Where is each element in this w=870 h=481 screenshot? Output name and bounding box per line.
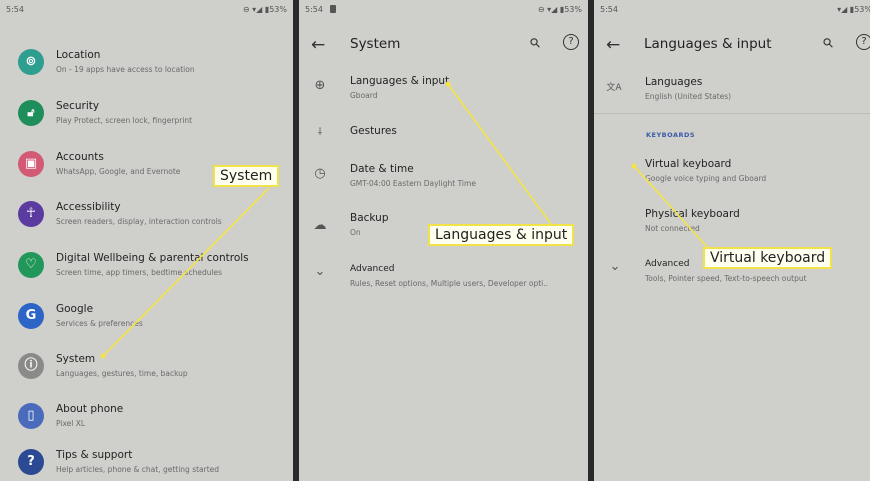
item-title: Virtual keyboard (645, 158, 732, 170)
settings-item-system[interactable]: ⓘ System Languages, gestures, time, back… (0, 349, 293, 389)
item-subtitle: Not connected (645, 224, 700, 233)
item-title: Digital Wellbeing & parental controls (56, 252, 249, 264)
clock-icon: ◷ (314, 166, 326, 181)
item-title: About phone (56, 403, 124, 415)
item-title: System (56, 353, 96, 365)
settings-item-accessibility[interactable]: ☥ Accessibility Screen readers, display,… (0, 197, 293, 237)
back-arrow-icon[interactable]: ← (606, 35, 620, 55)
system-item-gestures[interactable]: ⸸ Gestures (299, 118, 588, 148)
backup-icon: ☁ (313, 218, 327, 233)
status-bar: 5:54 ⊖ ▾◢ ▮53% (0, 0, 293, 24)
item-subtitle: Pixel XL (56, 419, 86, 428)
item-subtitle: Tools, Pointer speed, Text-to-speech out… (645, 274, 807, 283)
item-subtitle: GMT-04:00 Eastern Daylight Time (350, 179, 476, 188)
translate-icon: 文A (606, 83, 622, 93)
settings-screen: 5:54 ⊖ ▾◢ ▮53% ⊚ Location On - 19 apps h… (0, 0, 293, 481)
status-bar: 5:54 ▾◢ ▮53% (594, 0, 870, 24)
item-title: Advanced (350, 264, 395, 274)
item-title: Advanced (645, 259, 690, 269)
item-subtitle: On (350, 228, 361, 237)
item-title: Backup (350, 212, 389, 224)
physical-keyboard-item[interactable]: Physical keyboard Not connected (594, 206, 870, 242)
notification-icon (330, 5, 336, 13)
item-subtitle: Play Protect, screen lock, fingerprint (56, 116, 193, 125)
status-time: 5:54 (305, 5, 323, 14)
system-screen: 5:54 ⊖ ▾◢ ▮53% ← System ⚲ ? ⊕ Languages … (299, 0, 588, 481)
languages-input-screen: 5:54 ▾◢ ▮53% ← Languages & input ⚲ ? 文A … (594, 0, 870, 481)
virtual-keyboard-item[interactable]: Virtual keyboard Google voice typing and… (594, 156, 870, 192)
chevron-down-icon: ⌄ (314, 264, 326, 279)
google-icon: G (18, 303, 44, 329)
status-icons: ⊖ ▾◢ ▮53% (242, 5, 287, 14)
wellbeing-icon: ♡ (18, 252, 44, 278)
item-subtitle: Services & preferences (56, 319, 143, 328)
settings-item-tips-support[interactable]: ? Tips & support Help articles, phone & … (0, 445, 293, 481)
callout-system: System (213, 165, 280, 187)
info-icon: ⓘ (18, 353, 44, 379)
item-title: Physical keyboard (645, 208, 740, 220)
item-title: Accounts (56, 151, 104, 163)
globe-icon: ⊕ (314, 78, 326, 93)
item-subtitle: English (United States) (645, 92, 732, 101)
help-icon: ? (18, 449, 44, 475)
item-title: Languages & input (350, 75, 450, 87)
location-icon: ⊚ (18, 49, 44, 75)
settings-item-digital-wellbeing[interactable]: ♡ Digital Wellbeing & parental controls … (0, 248, 293, 288)
item-title: Date & time (350, 163, 414, 175)
help-icon[interactable]: ? (563, 34, 579, 50)
item-title: Gestures (350, 125, 397, 137)
search-icon[interactable]: ⚲ (527, 35, 544, 52)
item-subtitle: Gboard (350, 91, 378, 100)
item-subtitle: Rules, Reset options, Multiple users, De… (350, 279, 549, 288)
lock-icon: 🔓︎ (18, 100, 44, 126)
back-arrow-icon[interactable]: ← (311, 35, 325, 55)
callout-virtual-keyboard: Virtual keyboard (703, 247, 833, 269)
settings-item-about-phone[interactable]: ▯ About phone Pixel XL (0, 399, 293, 439)
accessibility-icon: ☥ (18, 201, 44, 227)
item-title: Accessibility (56, 201, 121, 213)
chevron-down-icon: ⌄ (609, 259, 621, 274)
item-title: Location (56, 49, 101, 61)
system-item-languages[interactable]: ⊕ Languages & input Gboard (299, 74, 588, 114)
item-title: Google (56, 303, 94, 315)
item-subtitle: WhatsApp, Google, and Evernote (56, 167, 181, 176)
item-title: Tips & support (56, 449, 133, 461)
status-icons: ▾◢ ▮53% (837, 5, 870, 14)
account-icon: ▣ (18, 151, 44, 177)
item-subtitle: Screen readers, display, interaction con… (56, 217, 222, 226)
phone-icon: ▯ (18, 403, 44, 429)
item-subtitle: Google voice typing and Gboard (645, 174, 767, 183)
status-bar: 5:54 ⊖ ▾◢ ▮53% (299, 0, 588, 24)
page-title: Languages & input (644, 36, 772, 52)
status-icons: ⊖ ▾◢ ▮53% (537, 5, 582, 14)
section-header-keyboards: KEYBOARDS (646, 131, 696, 139)
item-title: Security (56, 100, 100, 112)
item-title: Languages (645, 76, 703, 88)
search-icon[interactable]: ⚲ (820, 35, 837, 52)
status-time: 5:54 (6, 5, 24, 14)
system-item-date-time[interactable]: ◷ Date & time GMT-04:00 Eastern Daylight… (299, 160, 588, 200)
item-subtitle: Help articles, phone & chat, getting sta… (56, 465, 220, 474)
languages-item[interactable]: 文A Languages English (United States) (594, 74, 870, 110)
item-subtitle: On - 19 apps have access to location (56, 65, 195, 74)
item-subtitle: Screen time, app timers, bedtime schedul… (56, 268, 223, 277)
callout-languages-input: Languages & input (428, 224, 575, 246)
gestures-icon: ⸸ (317, 127, 323, 138)
page-title: System (350, 36, 401, 52)
settings-item-google[interactable]: G Google Services & preferences (0, 299, 293, 339)
item-subtitle: Languages, gestures, time, backup (56, 369, 188, 378)
help-icon[interactable]: ? (856, 34, 870, 50)
divider (594, 113, 870, 114)
system-item-advanced[interactable]: ⌄ Advanced Rules, Reset options, Multipl… (299, 261, 588, 301)
settings-item-security[interactable]: 🔓︎ Security Play Protect, screen lock, f… (0, 96, 293, 136)
status-time: 5:54 (600, 5, 618, 14)
settings-item-location[interactable]: ⊚ Location On - 19 apps have access to l… (0, 45, 293, 85)
